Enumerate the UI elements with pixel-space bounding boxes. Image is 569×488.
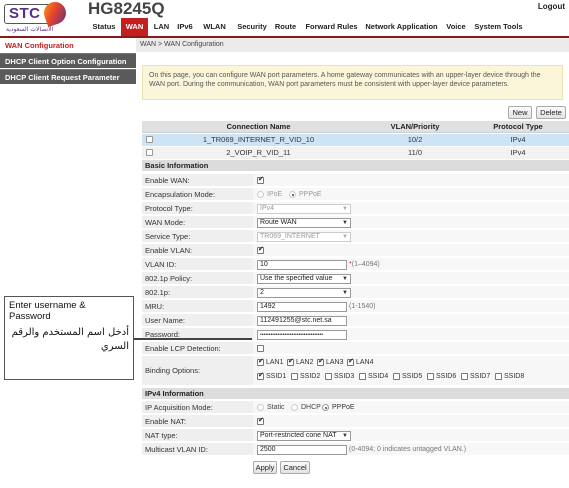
ssid3-checkbox[interactable]: [325, 373, 332, 380]
new-button[interactable]: New: [508, 106, 532, 119]
enable-wan-row: Enable WAN:: [142, 174, 569, 187]
username-input[interactable]: 112491255@stc.net.sa: [257, 316, 347, 326]
service-type-select[interactable]: TR069_INTERNET ▼: [257, 232, 351, 242]
service-type-row: Service Type: TR069_INTERNET ▼: [142, 230, 569, 243]
acquisition-row: IP Acquisition Mode: Static DHCP PPPoE: [142, 401, 569, 414]
nav-wlan[interactable]: WLAN: [197, 18, 232, 36]
table-row[interactable]: 1_TR069_INTERNET_R_VID_10 10/2 IPv4: [142, 134, 569, 146]
encapsulation-row: Encapsulation Mode: IPoE PPPoE: [142, 188, 569, 201]
row-select-checkbox[interactable]: [146, 136, 153, 143]
enable-nat-row: Enable NAT:: [142, 415, 569, 428]
annotation-english: Enter username & Password: [9, 300, 86, 322]
sidebar-item-dhcp-option[interactable]: DHCP Client Option Configuration: [0, 53, 136, 68]
wan-mode-row: WAN Mode: Route WAN ▼: [142, 216, 569, 229]
nat-type-select[interactable]: Port-restricted cone NAT ▼: [257, 431, 351, 441]
dhcp-radio[interactable]: [291, 404, 298, 411]
mru-input[interactable]: 1492: [257, 302, 347, 312]
nav-system-tools[interactable]: System Tools: [471, 18, 526, 36]
wan-mode-select[interactable]: Route WAN ▼: [257, 218, 351, 228]
annotation-box: Enter username & Password أدخل اسم المست…: [4, 296, 134, 380]
lan2-checkbox[interactable]: [287, 357, 294, 366]
pppoe-radio[interactable]: [289, 191, 296, 198]
ssid7-checkbox[interactable]: [461, 373, 468, 380]
ssid2-checkbox[interactable]: [291, 373, 298, 380]
binding-row: Binding Options: LAN1 LAN2 LAN3 LAN4 SSI…: [142, 356, 569, 386]
row-select-checkbox[interactable]: [146, 149, 153, 156]
nav-route[interactable]: Route: [271, 18, 300, 36]
info-note: On this page, you can configure WAN port…: [142, 65, 563, 100]
chevron-down-icon: ▼: [341, 432, 348, 440]
protocol-type-row: Protocol Type: IPv4 ▼: [142, 202, 569, 215]
nav-forward-rules[interactable]: Forward Rules: [300, 18, 363, 36]
enable-vlan-row: Enable VLAN:: [142, 244, 569, 257]
annotation-arabic: أدخل اسم المستخدم والرقم السري: [11, 327, 129, 352]
pppoe-acquisition-radio[interactable]: [322, 404, 329, 411]
basic-info-heading: Basic Information: [142, 160, 569, 171]
nav-wan[interactable]: WAN: [121, 18, 148, 36]
wan-table: Connection Name VLAN/Priority Protocol T…: [142, 121, 569, 159]
nat-type-row: NAT type: Port-restricted cone NAT ▼: [142, 429, 569, 442]
ipoe-radio[interactable]: [257, 191, 264, 198]
nav-security[interactable]: Security: [233, 18, 271, 36]
chevron-down-icon: ▼: [342, 276, 348, 282]
vlan-id-input[interactable]: 10: [257, 260, 347, 270]
multicast-vlan-input[interactable]: 2500: [257, 445, 347, 455]
enable-vlan-checkbox[interactable]: [257, 245, 264, 254]
chevron-down-icon: ▼: [342, 234, 348, 240]
breadcrumb: WAN > WAN Configuration: [136, 38, 569, 52]
sidebar-item-dhcp-request[interactable]: DHCP Client Request Parameter: [0, 69, 136, 84]
table-row[interactable]: 2_VOIP_R_VID_11 11/0 IPv4: [142, 147, 569, 159]
ssid4-checkbox[interactable]: [359, 373, 366, 380]
nav-network-application[interactable]: Network Application: [363, 18, 440, 36]
header: STC الاتصالات السعودية HG8245Q Logout St…: [0, 0, 569, 38]
annotation-pointer-line: [134, 338, 252, 340]
top-nav: Status WAN LAN IPv6 WLAN Security Route …: [0, 18, 569, 36]
logout-link[interactable]: Logout: [538, 2, 565, 11]
static-radio[interactable]: [257, 404, 264, 411]
lan3-checkbox[interactable]: [317, 357, 324, 366]
cancel-button[interactable]: Cancel: [280, 461, 310, 474]
policy-select[interactable]: Use the specified value ▼: [257, 274, 351, 284]
ssid1-checkbox[interactable]: [257, 371, 264, 380]
device-model: HG8245Q: [88, 0, 165, 18]
main-content: WAN > WAN Configuration On this page, yo…: [136, 38, 569, 488]
p8021-select[interactable]: 2 ▼: [257, 288, 351, 298]
sidebar: WAN Configuration DHCP Client Option Con…: [0, 38, 136, 488]
p8021-row: 802.1p: 2 ▼: [142, 286, 569, 299]
table-header: Connection Name VLAN/Priority Protocol T…: [142, 121, 569, 133]
password-input[interactable]: ••••••••••••••••••••••••••••••••••••: [257, 330, 347, 340]
policy-row: 802.1p Policy: Use the specified value ▼: [142, 272, 569, 285]
vlan-id-row: VLAN ID: 10 *(1–4094): [142, 258, 569, 271]
sidebar-item-wan-configuration[interactable]: WAN Configuration: [0, 38, 136, 53]
username-row: User Name: 112491255@stc.net.sa: [142, 314, 569, 327]
ssid5-checkbox[interactable]: [393, 373, 400, 380]
nav-ipv6[interactable]: IPv6: [174, 18, 196, 36]
nav-status[interactable]: Status: [87, 18, 121, 36]
apply-button[interactable]: Apply: [253, 461, 277, 474]
ssid8-checkbox[interactable]: [495, 373, 502, 380]
multicast-row: Multicast VLAN ID: 2500 (0-4094; 0 indic…: [142, 443, 569, 456]
nav-lan[interactable]: LAN: [150, 18, 173, 36]
chevron-down-icon: ▼: [342, 220, 348, 226]
delete-button[interactable]: Delete: [536, 106, 566, 119]
lan4-checkbox[interactable]: [347, 357, 354, 366]
enable-nat-checkbox[interactable]: [257, 416, 264, 425]
lan1-checkbox[interactable]: [257, 357, 264, 366]
chevron-down-icon: ▼: [342, 290, 348, 296]
enable-wan-checkbox[interactable]: [257, 175, 264, 184]
nav-voice[interactable]: Voice: [441, 18, 471, 36]
chevron-down-icon: ▼: [342, 206, 348, 212]
lcp-row: Enable LCP Detection:: [142, 342, 569, 355]
lcp-checkbox[interactable]: [257, 345, 264, 352]
ipv4-info-heading: IPv4 Information: [142, 388, 569, 399]
protocol-type-select[interactable]: IPv4 ▼: [257, 204, 351, 214]
mru-row: MRU: 1492 (1-1540): [142, 300, 569, 313]
ssid6-checkbox[interactable]: [427, 373, 434, 380]
